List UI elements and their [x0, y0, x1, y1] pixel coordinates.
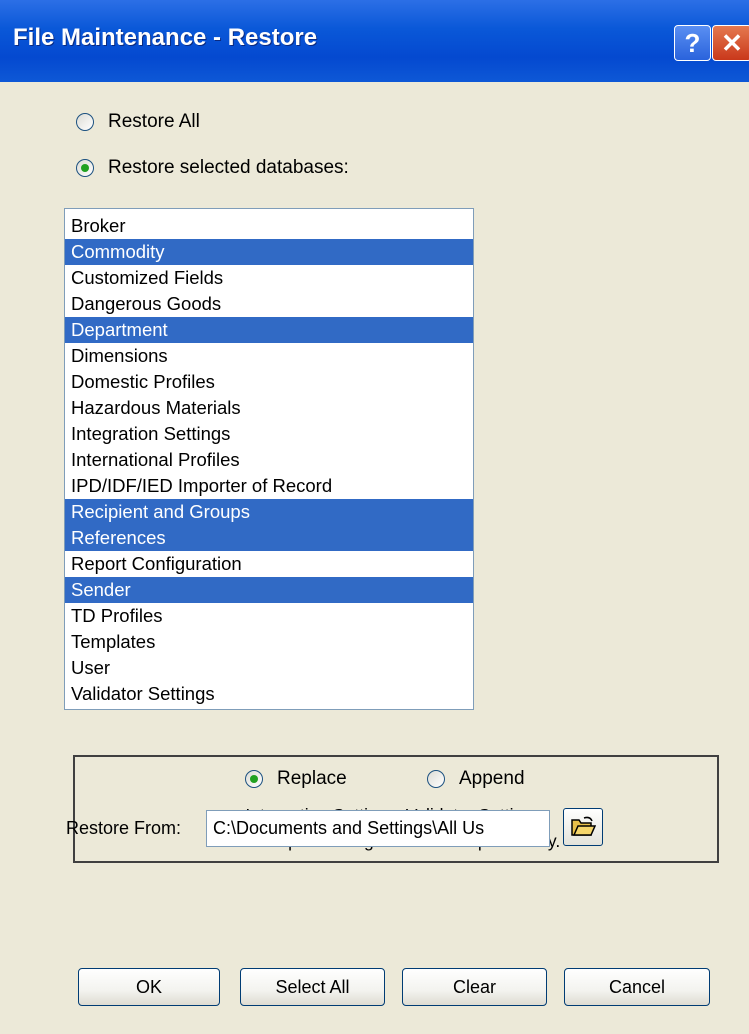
close-button[interactable]: ✕ — [712, 25, 749, 61]
browse-button[interactable] — [563, 808, 603, 846]
help-icon: ? — [684, 27, 701, 58]
list-item[interactable]: Domestic Profiles — [65, 369, 473, 395]
window-title: File Maintenance - Restore — [13, 24, 318, 51]
ok-button[interactable]: OK — [78, 968, 220, 1006]
append-option[interactable]: Append — [427, 768, 525, 790]
list-item[interactable]: International Profiles — [65, 447, 473, 473]
list-item[interactable]: User — [65, 655, 473, 681]
restore-dialog: File Maintenance - Restore ? ✕ Restore A… — [0, 0, 749, 1034]
list-item[interactable]: Broker — [65, 213, 473, 239]
help-button[interactable]: ? — [674, 25, 711, 61]
list-item[interactable]: Commodity — [65, 239, 473, 265]
append-label: Append — [459, 768, 525, 789]
restore-all-radio[interactable] — [76, 113, 94, 131]
restore-from-path-input[interactable] — [206, 810, 550, 847]
restore-selected-radio[interactable] — [76, 159, 94, 177]
list-item[interactable]: Department — [65, 317, 473, 343]
close-icon: ✕ — [721, 27, 743, 58]
append-radio[interactable] — [427, 770, 445, 788]
list-item[interactable]: IPD/IDF/IED Importer of Record — [65, 473, 473, 499]
list-item[interactable]: Validator Settings — [65, 681, 473, 707]
replace-label: Replace — [277, 768, 347, 789]
cancel-button[interactable]: Cancel — [564, 968, 710, 1006]
replace-radio[interactable] — [245, 770, 263, 788]
restore-from-label: Restore From: — [66, 818, 182, 838]
list-item[interactable]: Dangerous Goods — [65, 291, 473, 317]
list-item[interactable]: Recipient and Groups — [65, 499, 473, 525]
list-item[interactable]: Report Configuration — [65, 551, 473, 577]
database-listbox[interactable]: Broker Commodity Customized Fields Dangerou… — [64, 208, 474, 710]
restore-selected-option[interactable]: Restore selected databases: — [76, 157, 349, 179]
restore-all-option[interactable]: Restore All — [76, 111, 200, 133]
restore-selected-label: Restore selected databases: — [108, 157, 349, 178]
restore-all-label: Restore All — [108, 111, 200, 132]
list-item[interactable]: Integration Settings — [65, 421, 473, 447]
list-item[interactable]: Templates — [65, 629, 473, 655]
list-item[interactable]: Hazardous Materials — [65, 395, 473, 421]
clear-button[interactable]: Clear — [402, 968, 547, 1006]
list-item[interactable]: TD Profiles — [65, 603, 473, 629]
title-bar[interactable]: File Maintenance - Restore ? ✕ — [0, 0, 749, 82]
select-all-button[interactable]: Select All — [240, 968, 385, 1006]
list-item[interactable]: Dimensions — [65, 343, 473, 369]
list-item[interactable]: Sender — [65, 577, 473, 603]
folder-open-icon — [571, 816, 596, 836]
list-item[interactable]: Customized Fields — [65, 265, 473, 291]
list-item[interactable]: References — [65, 525, 473, 551]
replace-option[interactable]: Replace — [245, 768, 347, 790]
